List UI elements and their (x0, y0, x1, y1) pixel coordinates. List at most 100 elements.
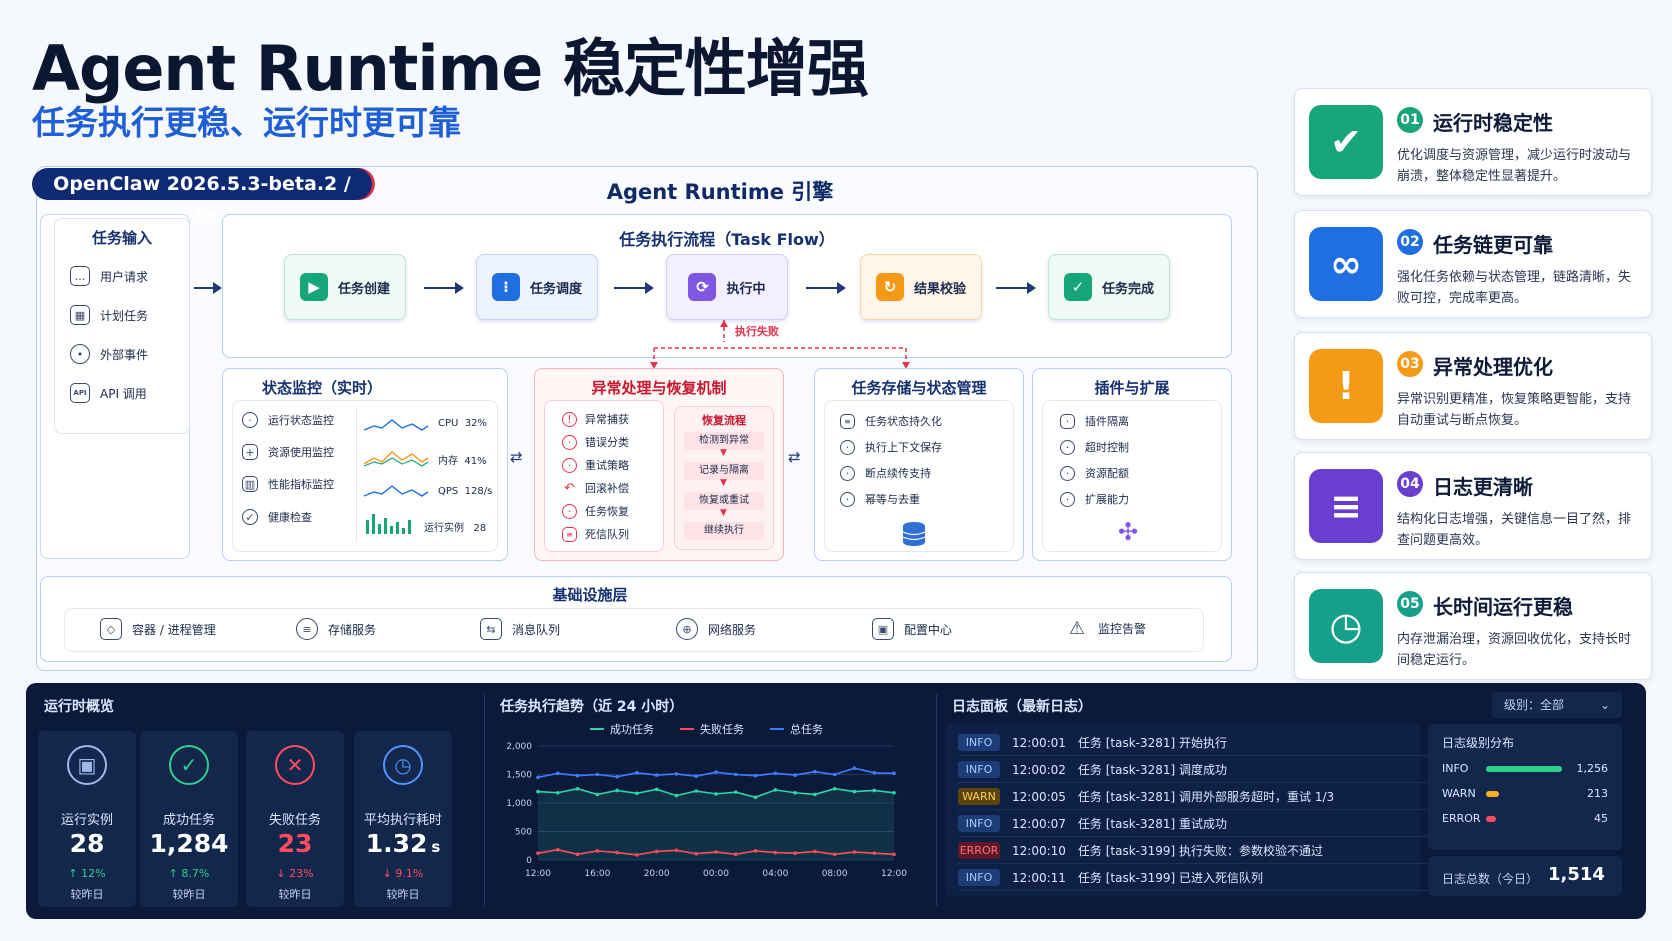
y-tick-label: 2,000 (506, 742, 532, 752)
data-point (892, 771, 896, 776)
data-point (694, 851, 699, 856)
data-point (674, 793, 679, 798)
dist-label: ERROR (1442, 812, 1481, 825)
input-item-api-call: API API 调用 (70, 383, 147, 403)
flow-step-verify: ↻ 结果校验 (860, 254, 982, 320)
card-title: 任务链更可靠 (1433, 233, 1553, 257)
card-description: 异常识别更精准，恢复策略更智能，支持自动重试与断点恢复。 (1397, 392, 1632, 428)
log-panel-title: 日志面板（最新日志） (952, 699, 1092, 715)
data-point (635, 853, 639, 857)
data-point (733, 790, 738, 794)
data-point (813, 792, 817, 797)
calendar-icon: ▦ (70, 305, 90, 325)
stat-card: ✓ 成功任务 1,284 ↑ 8.7% 较昨日 (140, 731, 238, 907)
flow-step-running: ⟳ 执行中 (666, 254, 788, 320)
dist-label: WARN (1442, 787, 1476, 800)
dist-count: 45 (1594, 812, 1608, 825)
running-icon: ⟳ (688, 273, 717, 301)
data-point (674, 848, 679, 853)
card-description: 内存泄漏治理，资源回收优化，支持长时间稳定运行。 (1397, 632, 1632, 668)
stat-label: 运行实例 (60, 813, 113, 828)
log-time: 12:00:01 (1012, 735, 1066, 750)
log-time: 12:00:10 (1012, 843, 1066, 858)
log-row: INFO 12:00:02 任务 [task-3281] 调度成功 (958, 757, 1428, 783)
bar-chart-icon: ▥ (242, 476, 258, 492)
card-number: 02 (1397, 229, 1423, 255)
plugin-item-timeout: · 超时控制 (1060, 439, 1129, 455)
dist-label: INFO (1442, 762, 1469, 775)
data-point (733, 772, 738, 777)
log-dist-title: 日志级别分布 (1442, 736, 1515, 750)
card-description: 结构化日志增强，关键信息一目了然，排查问题更高效。 (1397, 512, 1632, 548)
data-point (595, 772, 600, 777)
data-point (832, 772, 837, 777)
classify-icon: · (562, 434, 577, 450)
x-tick-label: 00:00 (703, 869, 729, 879)
x-tick-label: 12:00 (881, 869, 907, 879)
dist-count: 1,256 (1576, 762, 1609, 775)
data-point (753, 795, 758, 800)
infra-item-container: ◇ 容器 / 进程管理 (100, 618, 216, 640)
log-total-value: 1,514 (1548, 864, 1605, 885)
card-title: 日志更清晰 (1433, 475, 1533, 499)
infra-item-network: ⊕ 网络服务 (676, 618, 756, 640)
flow-arrow-3 (806, 282, 846, 294)
data-point (892, 852, 896, 857)
legend-label: 失败任务 (700, 722, 744, 736)
data-point (793, 851, 797, 855)
dist-bar (1486, 816, 1496, 822)
infra-item-alert: ⚠ 监控告警 (1066, 618, 1146, 639)
stat-delta: ↑ 12% (68, 867, 106, 880)
database-icon: ≡ (296, 618, 318, 640)
legend-label: 总任务 (790, 722, 823, 736)
infra-item-config: ▣ 配置中心 (872, 618, 952, 640)
stat-card: ✕ 失败任务 23 ↓ 23% 较昨日 (246, 731, 344, 907)
resume-icon: · (840, 465, 855, 481)
flow-arrow-4 (996, 282, 1036, 294)
input-arrow (194, 282, 222, 294)
stat-value: 28 (69, 829, 105, 858)
data-point (575, 773, 580, 778)
plugin-title: 插件与扩展 (1094, 379, 1170, 397)
log-level-badge: INFO (958, 815, 1000, 832)
data-point (832, 786, 837, 791)
puzzle-icon: ✣ (1118, 518, 1139, 546)
fail-label: 执行失败 (735, 325, 779, 338)
data-point (773, 788, 778, 792)
x-tick-label: 04:00 (762, 869, 788, 879)
exception-item-dlq: ≡ 死信队列 (562, 526, 629, 542)
exception-item-classify: · 错误分类 (562, 434, 629, 450)
data-point (852, 789, 857, 794)
flow-step-schedule: ⁝ 任务调度 (476, 254, 598, 320)
data-point (615, 788, 619, 793)
data-point (555, 847, 560, 852)
stat-compare: 较昨日 (278, 888, 312, 901)
monitor-item-status: · 运行状态监控 (242, 412, 334, 428)
log-level-filter[interactable]: 级别：全部 ⌄ (1492, 692, 1622, 718)
data-point (813, 769, 817, 774)
x-icon: ✕ (275, 745, 315, 785)
recovery-title: 恢复流程 (702, 414, 746, 427)
feature-card-03: ! 03 异常处理优化 异常识别更精准，恢复策略更智能，支持自动重试与断点恢复。 (1294, 332, 1652, 440)
storage-title: 任务存储与状态管理 (851, 379, 987, 397)
warning-icon: ⚠ (1068, 618, 1086, 639)
monitor-item-health: ✓ 健康检查 (242, 509, 312, 525)
metric-qps: QPS 128/s (438, 486, 493, 497)
card-description: 优化调度与资源管理，减少运行时波动与崩溃，整体稳定性显著提升。 (1397, 148, 1632, 184)
isolation-icon: · (1060, 413, 1075, 429)
data-point (753, 773, 758, 778)
data-point (536, 775, 540, 780)
data-point (714, 792, 718, 796)
rollback-icon: ↶ (564, 480, 575, 496)
exception-title: 异常处理与恢复机制 (591, 379, 727, 397)
task-input-title: 任务输入 (91, 229, 152, 247)
storage-item-resume: · 断点续传支持 (840, 465, 931, 481)
input-item-external-event: • 外部事件 (70, 344, 148, 364)
status-icon: · (242, 412, 258, 428)
data-point (793, 773, 797, 777)
log-row: WARN 12:00:05 任务 [task-3281] 调用外部服务超时，重试 1… (958, 784, 1428, 810)
link-icon: ∞ (1309, 227, 1383, 301)
engine-title: Agent Runtime 引擎 (606, 180, 834, 204)
flow-arrow-2 (614, 282, 654, 294)
storage-item-context: · 执行上下文保存 (840, 439, 942, 455)
